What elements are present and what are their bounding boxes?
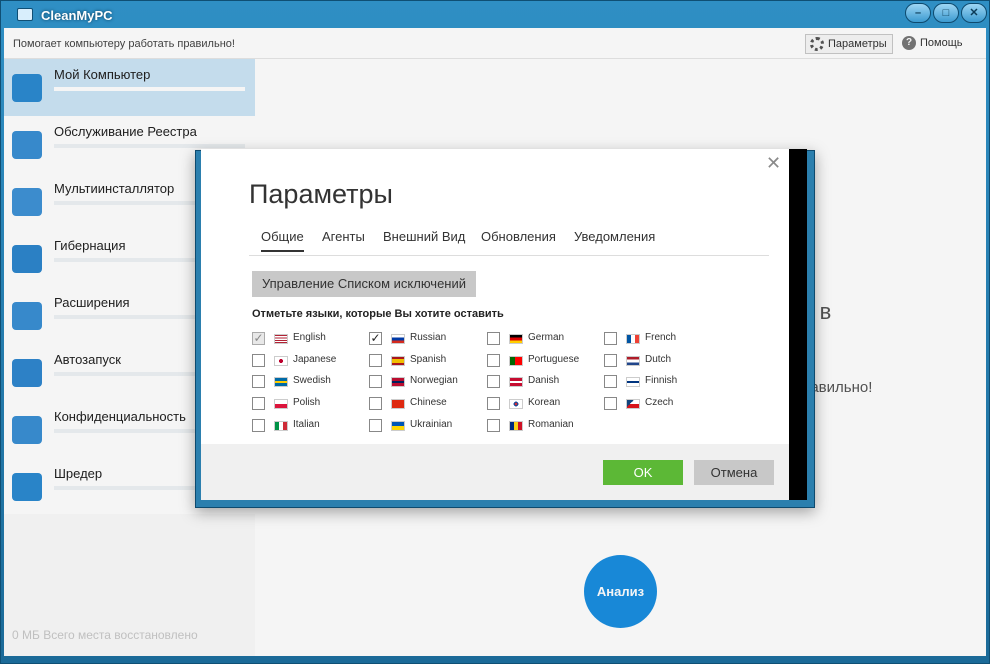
settings-dialog: ✕ Параметры Общие Агенты Внешний Вид Обновл…: [201, 149, 789, 500]
ok-button[interactable]: OK: [603, 460, 683, 485]
language-name: Ukrainian: [410, 419, 453, 430]
language-checkbox[interactable]: [604, 397, 617, 410]
dialog-close-icon[interactable]: ✕: [766, 153, 781, 174]
flag-us-icon: [274, 334, 288, 344]
tab-3[interactable]: Обновления: [481, 229, 556, 244]
flag-cn-icon: [391, 399, 405, 409]
flag-de-icon: [509, 334, 523, 344]
language-name: English: [293, 332, 326, 343]
app-logo-icon: [17, 8, 33, 21]
language-option-ua[interactable]: Ukrainian: [369, 417, 481, 433]
flag-cz-icon: [626, 399, 640, 409]
language-option-kr[interactable]: Korean: [487, 395, 599, 411]
language-checkbox[interactable]: [252, 375, 265, 388]
language-checkbox[interactable]: [252, 397, 265, 410]
flag-ro-icon: [509, 421, 523, 431]
language-checkbox[interactable]: [487, 419, 500, 432]
language-option-cz[interactable]: Czech: [604, 395, 716, 411]
flag-kr-icon: [509, 399, 523, 409]
language-name: Romanian: [528, 419, 574, 430]
title-bar[interactable]: CleanMyPC – □ ✕: [1, 1, 990, 29]
language-checkbox[interactable]: [369, 397, 382, 410]
language-name: French: [645, 332, 677, 343]
language-name: Korean: [528, 397, 561, 408]
flag-nl-icon: [626, 356, 640, 366]
flag-fi-icon: [626, 377, 640, 387]
tab-4[interactable]: Уведомления: [574, 229, 655, 244]
maximize-button[interactable]: □: [933, 3, 959, 23]
language-name: Finnish: [645, 375, 678, 386]
languages-caption: Отметьте языки, которые Вы хотите остави…: [252, 308, 504, 320]
cancel-button[interactable]: Отмена: [694, 460, 774, 485]
language-name: Spanish: [410, 354, 447, 365]
language-checkbox[interactable]: [369, 375, 382, 388]
language-option-it[interactable]: Italian: [252, 417, 364, 433]
language-checkbox[interactable]: [487, 397, 500, 410]
flag-it-icon: [274, 421, 288, 431]
language-name: Czech: [645, 397, 674, 408]
tab-2[interactable]: Внешний Вид: [383, 229, 465, 244]
window-controls: – □ ✕: [905, 3, 987, 25]
tab-0[interactable]: Общие: [261, 229, 304, 252]
language-checkbox[interactable]: [487, 375, 500, 388]
language-option-ro[interactable]: Romanian: [487, 417, 599, 433]
language-option-de[interactable]: German: [487, 330, 599, 346]
manage-exclusions-button[interactable]: Управление Списком исключений: [252, 271, 476, 297]
language-option-dk[interactable]: Danish: [487, 373, 599, 389]
flag-ru-icon: [391, 334, 405, 344]
close-button[interactable]: ✕: [961, 3, 987, 23]
language-option-us[interactable]: ✓ English: [252, 330, 364, 346]
dialog-black-strip: [789, 149, 807, 500]
language-checkbox[interactable]: [604, 375, 617, 388]
language-checkbox[interactable]: [369, 419, 382, 432]
language-option-cn[interactable]: Chinese: [369, 395, 481, 411]
language-name: Polish: [293, 397, 321, 408]
language-name: Dutch: [645, 354, 672, 365]
tab-1[interactable]: Агенты: [322, 229, 365, 244]
language-name: German: [528, 332, 565, 343]
flag-fr-icon: [626, 334, 640, 344]
language-option-se[interactable]: Swedish: [252, 373, 364, 389]
language-option-pt[interactable]: Portuguese: [487, 352, 599, 368]
flag-no-icon: [391, 377, 405, 387]
language-name: Danish: [528, 375, 560, 386]
tabs-divider: [249, 255, 769, 256]
language-checkbox[interactable]: [252, 354, 265, 367]
language-option-fr[interactable]: French: [604, 330, 716, 346]
language-name: Norwegian: [410, 375, 458, 386]
language-name: Japanese: [293, 354, 337, 365]
dialog-title: Параметры: [249, 179, 393, 209]
flag-ua-icon: [391, 421, 405, 431]
language-name: Italian: [293, 419, 320, 430]
flag-se-icon: [274, 377, 288, 387]
language-option-jp[interactable]: Japanese: [252, 352, 364, 368]
language-name: Portuguese: [528, 354, 580, 365]
app-title: CleanMyPC: [41, 8, 113, 23]
language-name: Chinese: [410, 397, 447, 408]
language-checkbox[interactable]: [369, 354, 382, 367]
minimize-button[interactable]: –: [905, 3, 931, 23]
flag-pt-icon: [509, 356, 523, 366]
language-checkbox[interactable]: [487, 354, 500, 367]
flag-jp-icon: [274, 356, 288, 366]
language-option-pl[interactable]: Polish: [252, 395, 364, 411]
flag-es-icon: [391, 356, 405, 366]
language-checkbox[interactable]: [604, 332, 617, 345]
language-checkbox[interactable]: [487, 332, 500, 345]
language-option-ru[interactable]: ✓ Russian: [369, 330, 481, 346]
language-checkbox: ✓: [252, 331, 265, 345]
language-name: Swedish: [293, 375, 331, 386]
language-option-no[interactable]: Norwegian: [369, 373, 481, 389]
dialog-footer: OK Отмена: [201, 444, 789, 500]
language-option-fi[interactable]: Finnish: [604, 373, 716, 389]
language-option-nl[interactable]: Dutch: [604, 352, 716, 368]
flag-pl-icon: [274, 399, 288, 409]
language-checkbox[interactable]: [252, 419, 265, 432]
flag-dk-icon: [509, 377, 523, 387]
language-checkbox[interactable]: ✓: [369, 332, 382, 345]
language-option-es[interactable]: Spanish: [369, 352, 481, 368]
language-checkbox[interactable]: [604, 354, 617, 367]
language-name: Russian: [410, 332, 447, 343]
